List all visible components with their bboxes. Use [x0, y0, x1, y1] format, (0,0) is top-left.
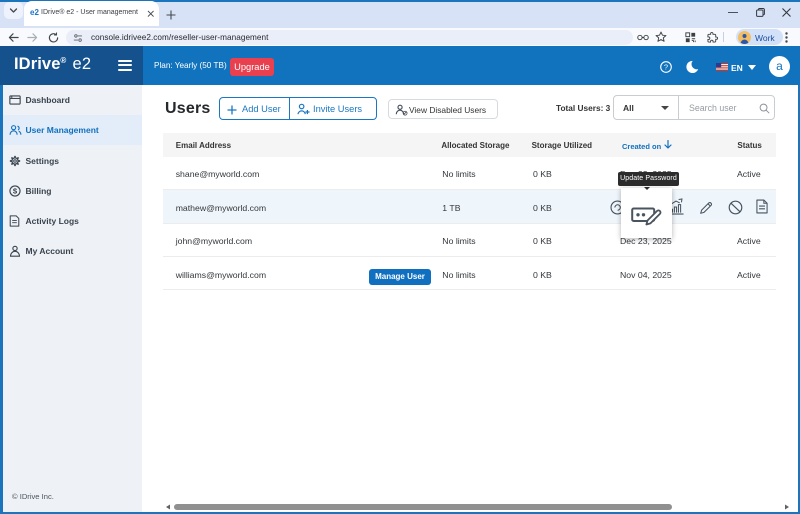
svg-text:?: ? [664, 63, 668, 72]
svg-text:$: $ [13, 186, 18, 195]
